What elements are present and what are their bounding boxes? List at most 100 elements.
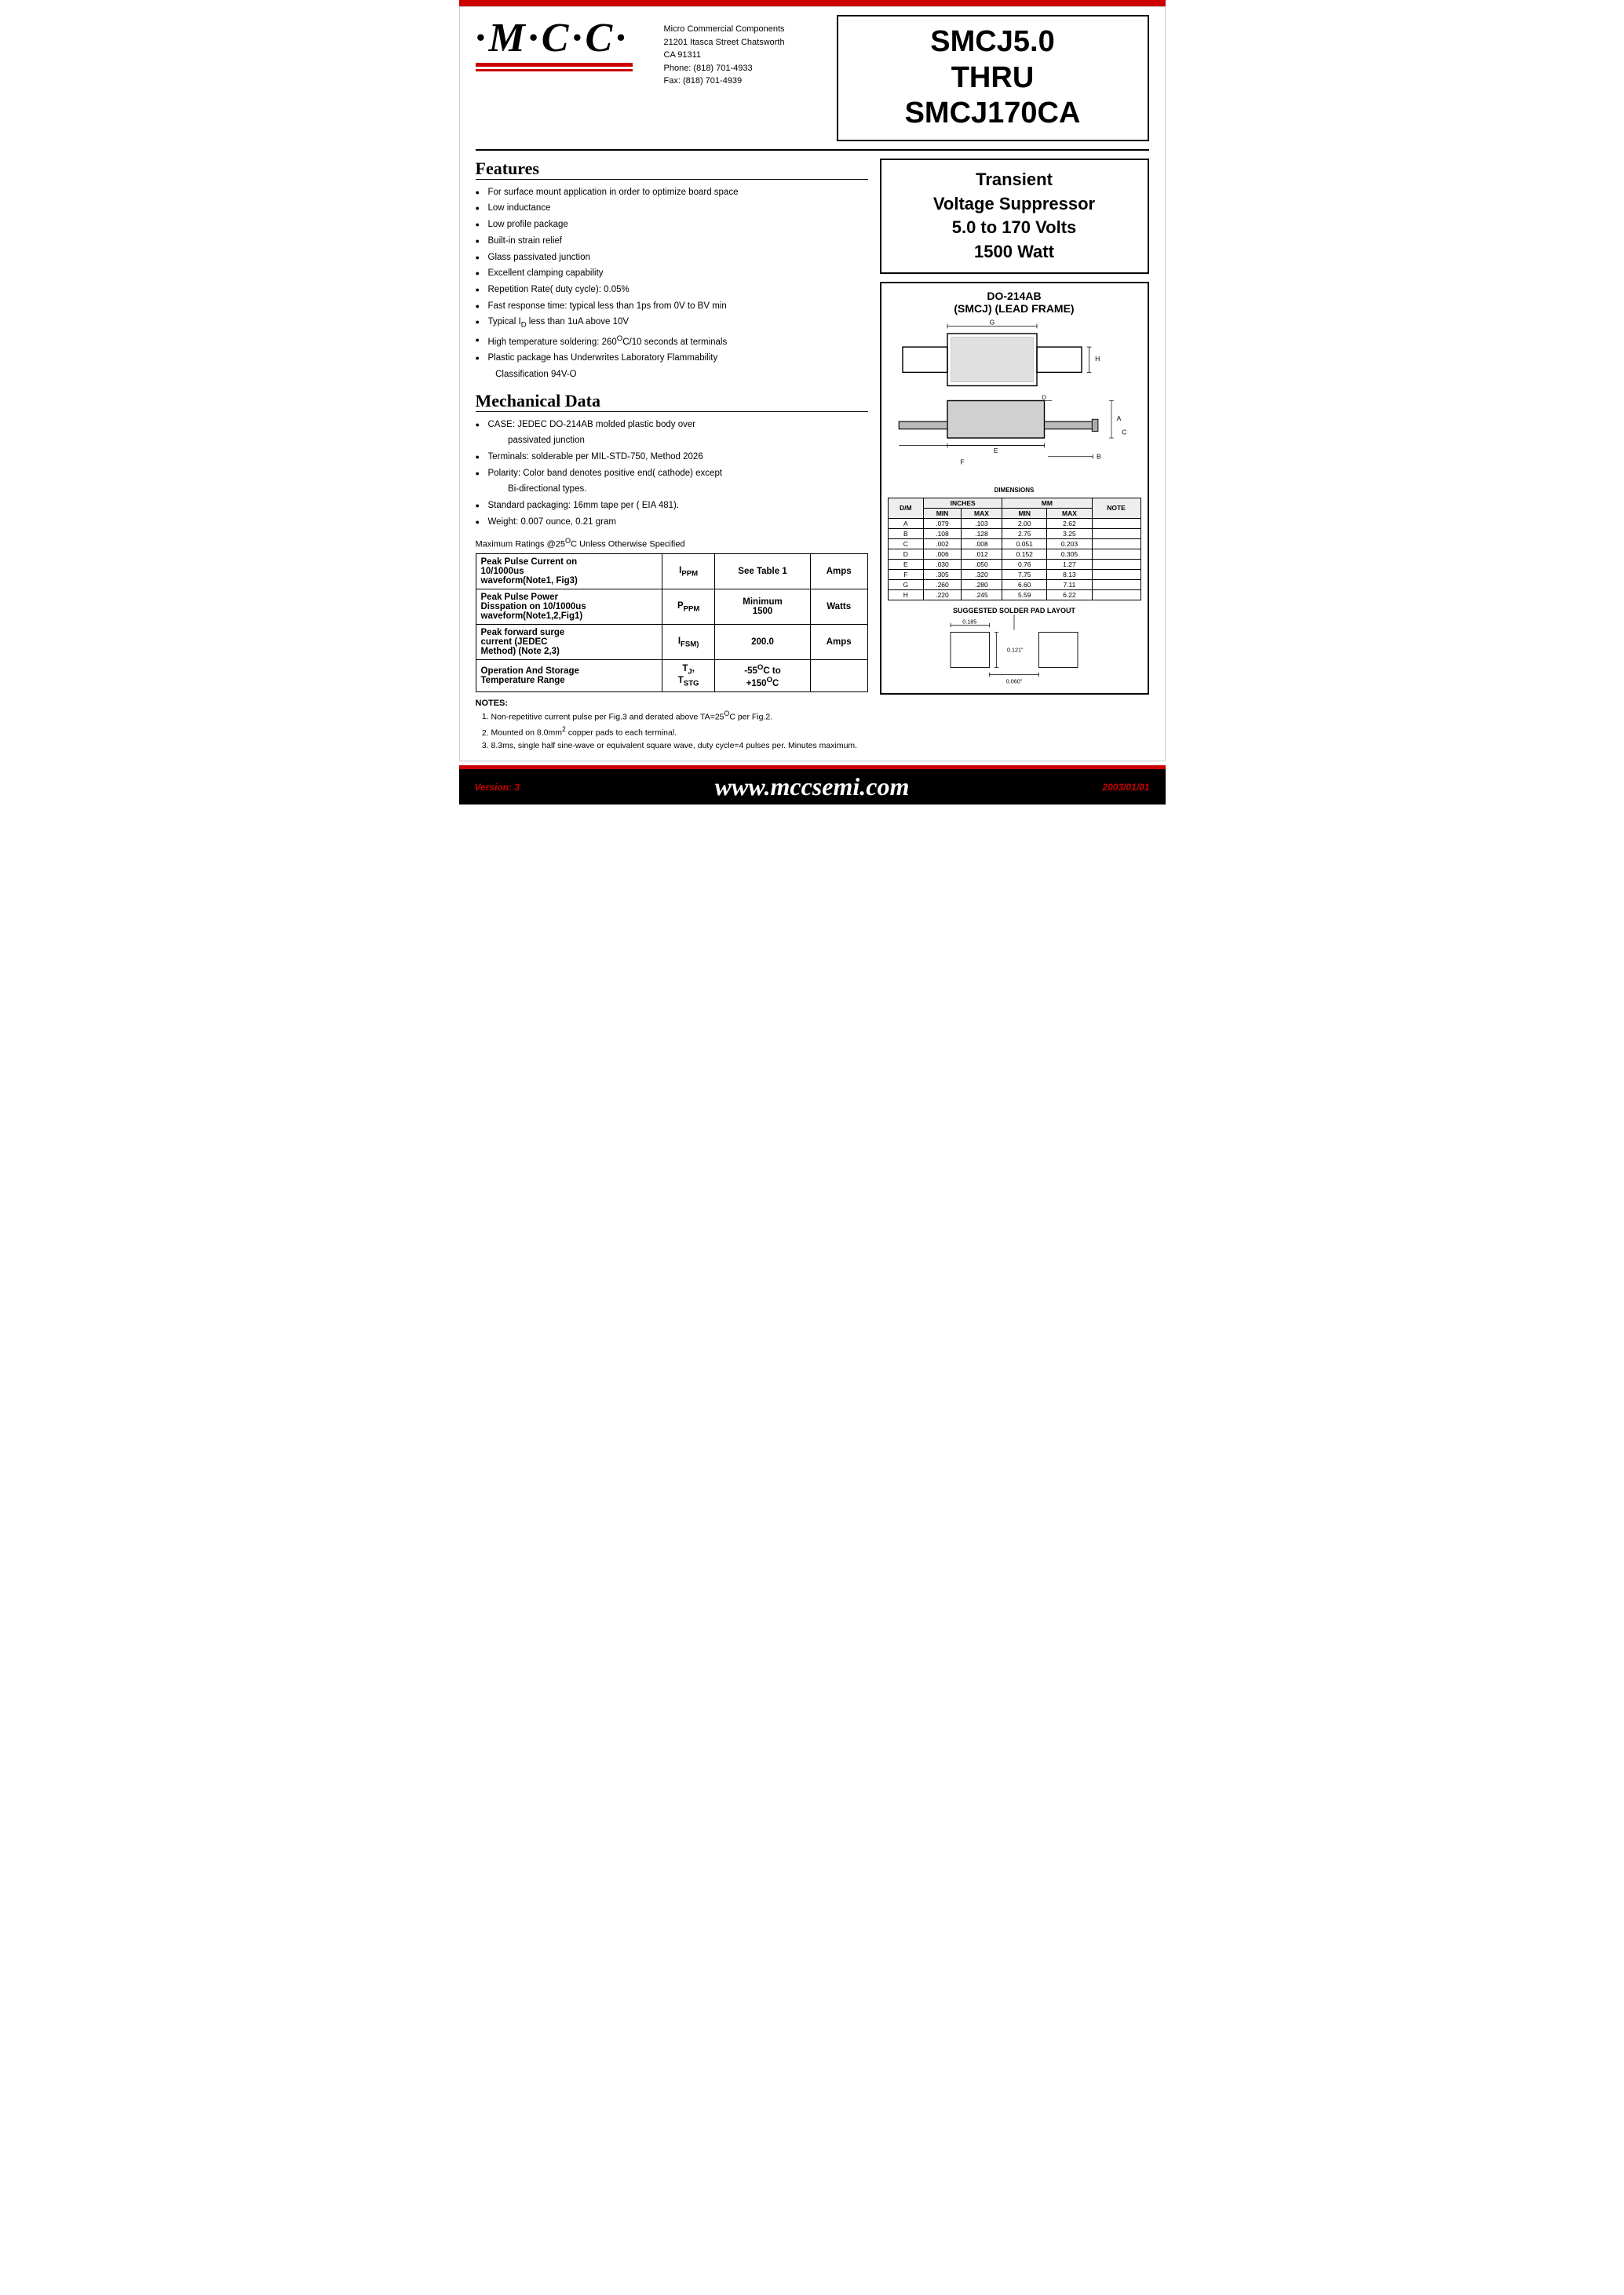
feature-item: Built-in strain relief xyxy=(476,233,868,250)
product-title: Transient Voltage Suppressor 5.0 to 170 … xyxy=(889,168,1140,265)
rating-symbol: TJ,TSTG xyxy=(662,660,715,692)
dimensions-table: D/M INCHES MM NOTE MIN MAX MIN MAX xyxy=(888,498,1141,600)
logo: ·M·C·C· xyxy=(476,15,630,61)
svg-text:0.121": 0.121" xyxy=(1007,647,1024,654)
svg-text:D: D xyxy=(1042,394,1046,401)
mechanical-section: Mechanical Data CASE: JEDEC DO-214AB mol… xyxy=(476,391,868,531)
package-diagram-svg: G H D xyxy=(888,319,1141,483)
rating-unit: Amps xyxy=(810,554,867,589)
note-item: Mounted on 8.0mm2 copper pads to each te… xyxy=(491,724,868,739)
header-section: ·M·C·C· Micro Commercial Components 2120… xyxy=(476,15,1149,151)
svg-text:B: B xyxy=(1097,453,1101,461)
dim-col-header: D/M xyxy=(888,498,924,518)
rating-label: Operation And StorageTemperature Range xyxy=(476,660,662,692)
table-row: B.108.1282.753.25 xyxy=(888,528,1140,538)
mechanical-list: CASE: JEDEC DO-214AB molded plastic body… xyxy=(476,417,868,531)
two-column-layout: Features For surface mount application i… xyxy=(476,159,1149,753)
rating-value: -55OC to+150OC xyxy=(715,660,811,692)
dim-min-header: MIN xyxy=(924,508,962,518)
solder-pad-title: SUGGESTED SOLDER PAD LAYOUT xyxy=(888,607,1141,615)
top-red-bar xyxy=(459,0,1166,6)
rating-label: Peak Pulse Current on10/1000uswaveform(N… xyxy=(476,554,662,589)
table-row: G.260.2806.607.11 xyxy=(888,579,1140,589)
address1: 21201 Itasca Street Chatsworth xyxy=(664,36,821,49)
rating-value: Minimum1500 xyxy=(715,589,811,625)
svg-text:A: A xyxy=(1116,414,1121,422)
company-info: Micro Commercial Components 21201 Itasca… xyxy=(664,23,821,88)
table-row: D.006.0120.1520.305 xyxy=(888,549,1140,559)
dimensions-label: DIMENSIONS xyxy=(888,487,1141,494)
notes-list: Non-repetitive current pulse per Fig.3 a… xyxy=(476,708,868,753)
features-title: Features xyxy=(476,159,868,180)
feature-item: Low profile package xyxy=(476,217,868,233)
fax: Fax: (818) 701-4939 xyxy=(664,75,821,88)
svg-text:G: G xyxy=(989,319,994,327)
svg-text:0.185: 0.185 xyxy=(962,618,976,626)
feature-item: Plastic package has Underwrites Laborato… xyxy=(476,350,868,382)
table-row: H.220.2455.596.22 xyxy=(888,589,1140,600)
svg-text:H: H xyxy=(1095,355,1100,363)
right-column: Transient Voltage Suppressor 5.0 to 170 … xyxy=(880,159,1149,753)
features-section: Features For surface mount application i… xyxy=(476,159,868,383)
bottom-footer: Version: 3 www.mccsemi.com 2003/01/01 xyxy=(459,769,1166,805)
dim-note-header: NOTE xyxy=(1092,498,1140,518)
version-label: Version: 3 xyxy=(475,782,538,793)
rating-label: Peak forward surgecurrent (JEDECMethod) … xyxy=(476,625,662,660)
feature-list: For surface mount application in order t… xyxy=(476,184,868,383)
dim-mm-max-header: MAX xyxy=(1047,508,1092,518)
mech-item: Weight: 0.007 ounce, 0.21 gram xyxy=(476,514,868,531)
feature-item: Excellent clamping capability xyxy=(476,265,868,282)
svg-text:F: F xyxy=(960,458,964,465)
notes-title: NOTES: xyxy=(476,699,868,708)
rating-symbol: IPPM xyxy=(662,554,715,589)
date-label: 2003/01/01 xyxy=(1087,782,1150,793)
package-title: DO-214AB (SMCJ) (LEAD FRAME) xyxy=(888,290,1141,315)
phone: Phone: (818) 701-4933 xyxy=(664,62,821,75)
mech-item: Polarity: Color band denotes positive en… xyxy=(476,465,868,498)
dim-inches-header: INCHES xyxy=(924,498,1002,508)
feature-item: Glass passivated junction xyxy=(476,250,868,266)
feature-item: High temperature soldering: 260OC/10 sec… xyxy=(476,332,868,351)
dim-max-header: MAX xyxy=(961,508,1002,518)
left-column: Features For surface mount application i… xyxy=(476,159,868,753)
part-number: SMCJ5.0THRUSMCJ170CA xyxy=(846,24,1140,132)
rating-unit: Watts xyxy=(810,589,867,625)
mech-item: Standard packaging: 16mm tape per ( EIA … xyxy=(476,498,868,514)
note-item: 8.3ms, single half sine-wave or equivale… xyxy=(491,739,868,753)
svg-text:C: C xyxy=(1122,428,1126,436)
mech-item: CASE: JEDEC DO-214AB molded plastic body… xyxy=(476,417,868,449)
max-ratings-label: Maximum Ratings @25OC Unless Otherwise S… xyxy=(476,537,868,549)
rating-unit xyxy=(810,660,867,692)
mechanical-title: Mechanical Data xyxy=(476,391,868,412)
dim-table-body: A.079.1032.002.62 B.108.1282.753.25 C.00… xyxy=(888,518,1140,600)
table-row: A.079.1032.002.62 xyxy=(888,518,1140,528)
svg-text:0.060": 0.060" xyxy=(1006,677,1023,684)
address2: CA 91311 xyxy=(664,49,821,62)
rating-value: 200.0 xyxy=(715,625,811,660)
feature-item: For surface mount application in order t… xyxy=(476,184,868,201)
table-row: F.305.3207.758.13 xyxy=(888,569,1140,579)
package-diagram-box: DO-214AB (SMCJ) (LEAD FRAME) G xyxy=(880,282,1149,695)
mech-item: Terminals: solderable per MIL-STD-750, M… xyxy=(476,449,868,465)
notes-section: NOTES: Non-repetitive current pulse per … xyxy=(476,699,868,753)
rating-label: Peak Pulse PowerDisspation on 10/1000usw… xyxy=(476,589,662,625)
feature-item: Fast response time: typical less than 1p… xyxy=(476,298,868,315)
svg-text:E: E xyxy=(993,447,998,454)
logo-red-lines xyxy=(476,63,633,71)
rating-value: See Table 1 xyxy=(715,554,811,589)
logo-area: ·M·C·C· xyxy=(476,15,648,71)
rating-unit: Amps xyxy=(810,625,867,660)
part-number-area: SMCJ5.0THRUSMCJ170CA xyxy=(837,15,1149,141)
website-url: www.mccsemi.com xyxy=(538,772,1087,801)
rating-symbol: IFSM) xyxy=(662,625,715,660)
note-item: Non-repetitive current pulse per Fig.3 a… xyxy=(491,708,868,724)
product-description-box: Transient Voltage Suppressor 5.0 to 170 … xyxy=(880,159,1149,274)
feature-item: Typical ID less than 1uA above 10V xyxy=(476,314,868,332)
rating-symbol: PPPM xyxy=(662,589,715,625)
feature-item: Low inductance xyxy=(476,200,868,217)
solder-pad-section: SUGGESTED SOLDER PAD LAYOUT 0.185 xyxy=(888,607,1141,687)
company-name: Micro Commercial Components xyxy=(664,23,821,36)
solder-pad-svg: 0.185 0.121" 0.060" xyxy=(943,615,1085,685)
dim-mm-min-header: MIN xyxy=(1002,508,1047,518)
feature-item: Repetition Rate( duty cycle): 0.05% xyxy=(476,282,868,298)
